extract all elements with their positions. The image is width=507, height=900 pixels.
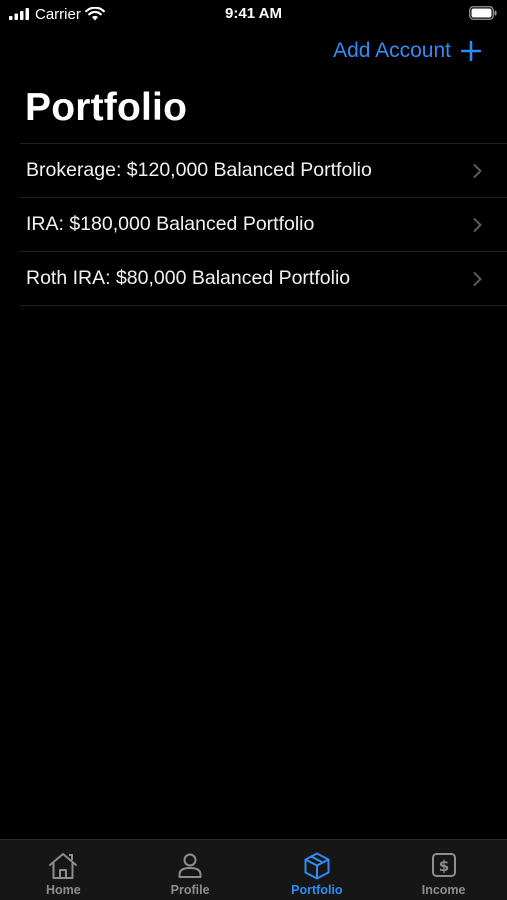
add-account-button[interactable]: Add Account — [333, 39, 481, 63]
battery-icon — [469, 6, 497, 20]
tab-profile[interactable]: Profile — [127, 840, 254, 900]
account-label: Roth IRA: $80,000 Balanced Portfolio — [26, 267, 351, 289]
chevron-right-icon — [473, 163, 482, 178]
home-icon — [47, 851, 79, 881]
chevron-right-icon — [473, 271, 482, 286]
list-item[interactable]: Brokerage: $120,000 Balanced Portfolio — [20, 144, 507, 198]
tab-label: Profile — [170, 883, 210, 897]
account-label: Brokerage: $120,000 Balanced Portfolio — [26, 159, 372, 181]
add-account-label: Add Account — [333, 39, 451, 62]
account-label: IRA: $180,000 Balanced Portfolio — [26, 213, 315, 235]
tab-label: Income — [421, 883, 466, 897]
page-title: Portfolio — [25, 86, 188, 129]
account-list: Brokerage: $120,000 Balanced Portfolio I… — [20, 143, 507, 306]
person-icon — [175, 851, 205, 881]
cube-icon — [302, 851, 332, 881]
tab-bar: Home Profile Portfolio $ Income — [0, 839, 507, 900]
tab-income[interactable]: $ Income — [380, 840, 507, 900]
list-item[interactable]: IRA: $180,000 Balanced Portfolio — [20, 198, 507, 252]
status-time: 9:41 AM — [225, 5, 282, 22]
tab-label: Portfolio — [291, 883, 343, 897]
svg-text:$: $ — [438, 857, 448, 875]
tab-home[interactable]: Home — [0, 840, 127, 900]
status-bar: Carrier 9:41 AM — [0, 0, 507, 28]
list-item[interactable]: Roth IRA: $80,000 Balanced Portfolio — [20, 252, 507, 306]
chevron-right-icon — [473, 217, 482, 232]
dollar-icon: $ — [429, 851, 459, 881]
tab-portfolio[interactable]: Portfolio — [254, 840, 381, 900]
nav-bar: Add Account — [0, 30, 507, 76]
tab-label: Home — [46, 883, 81, 897]
plus-icon — [461, 41, 481, 61]
